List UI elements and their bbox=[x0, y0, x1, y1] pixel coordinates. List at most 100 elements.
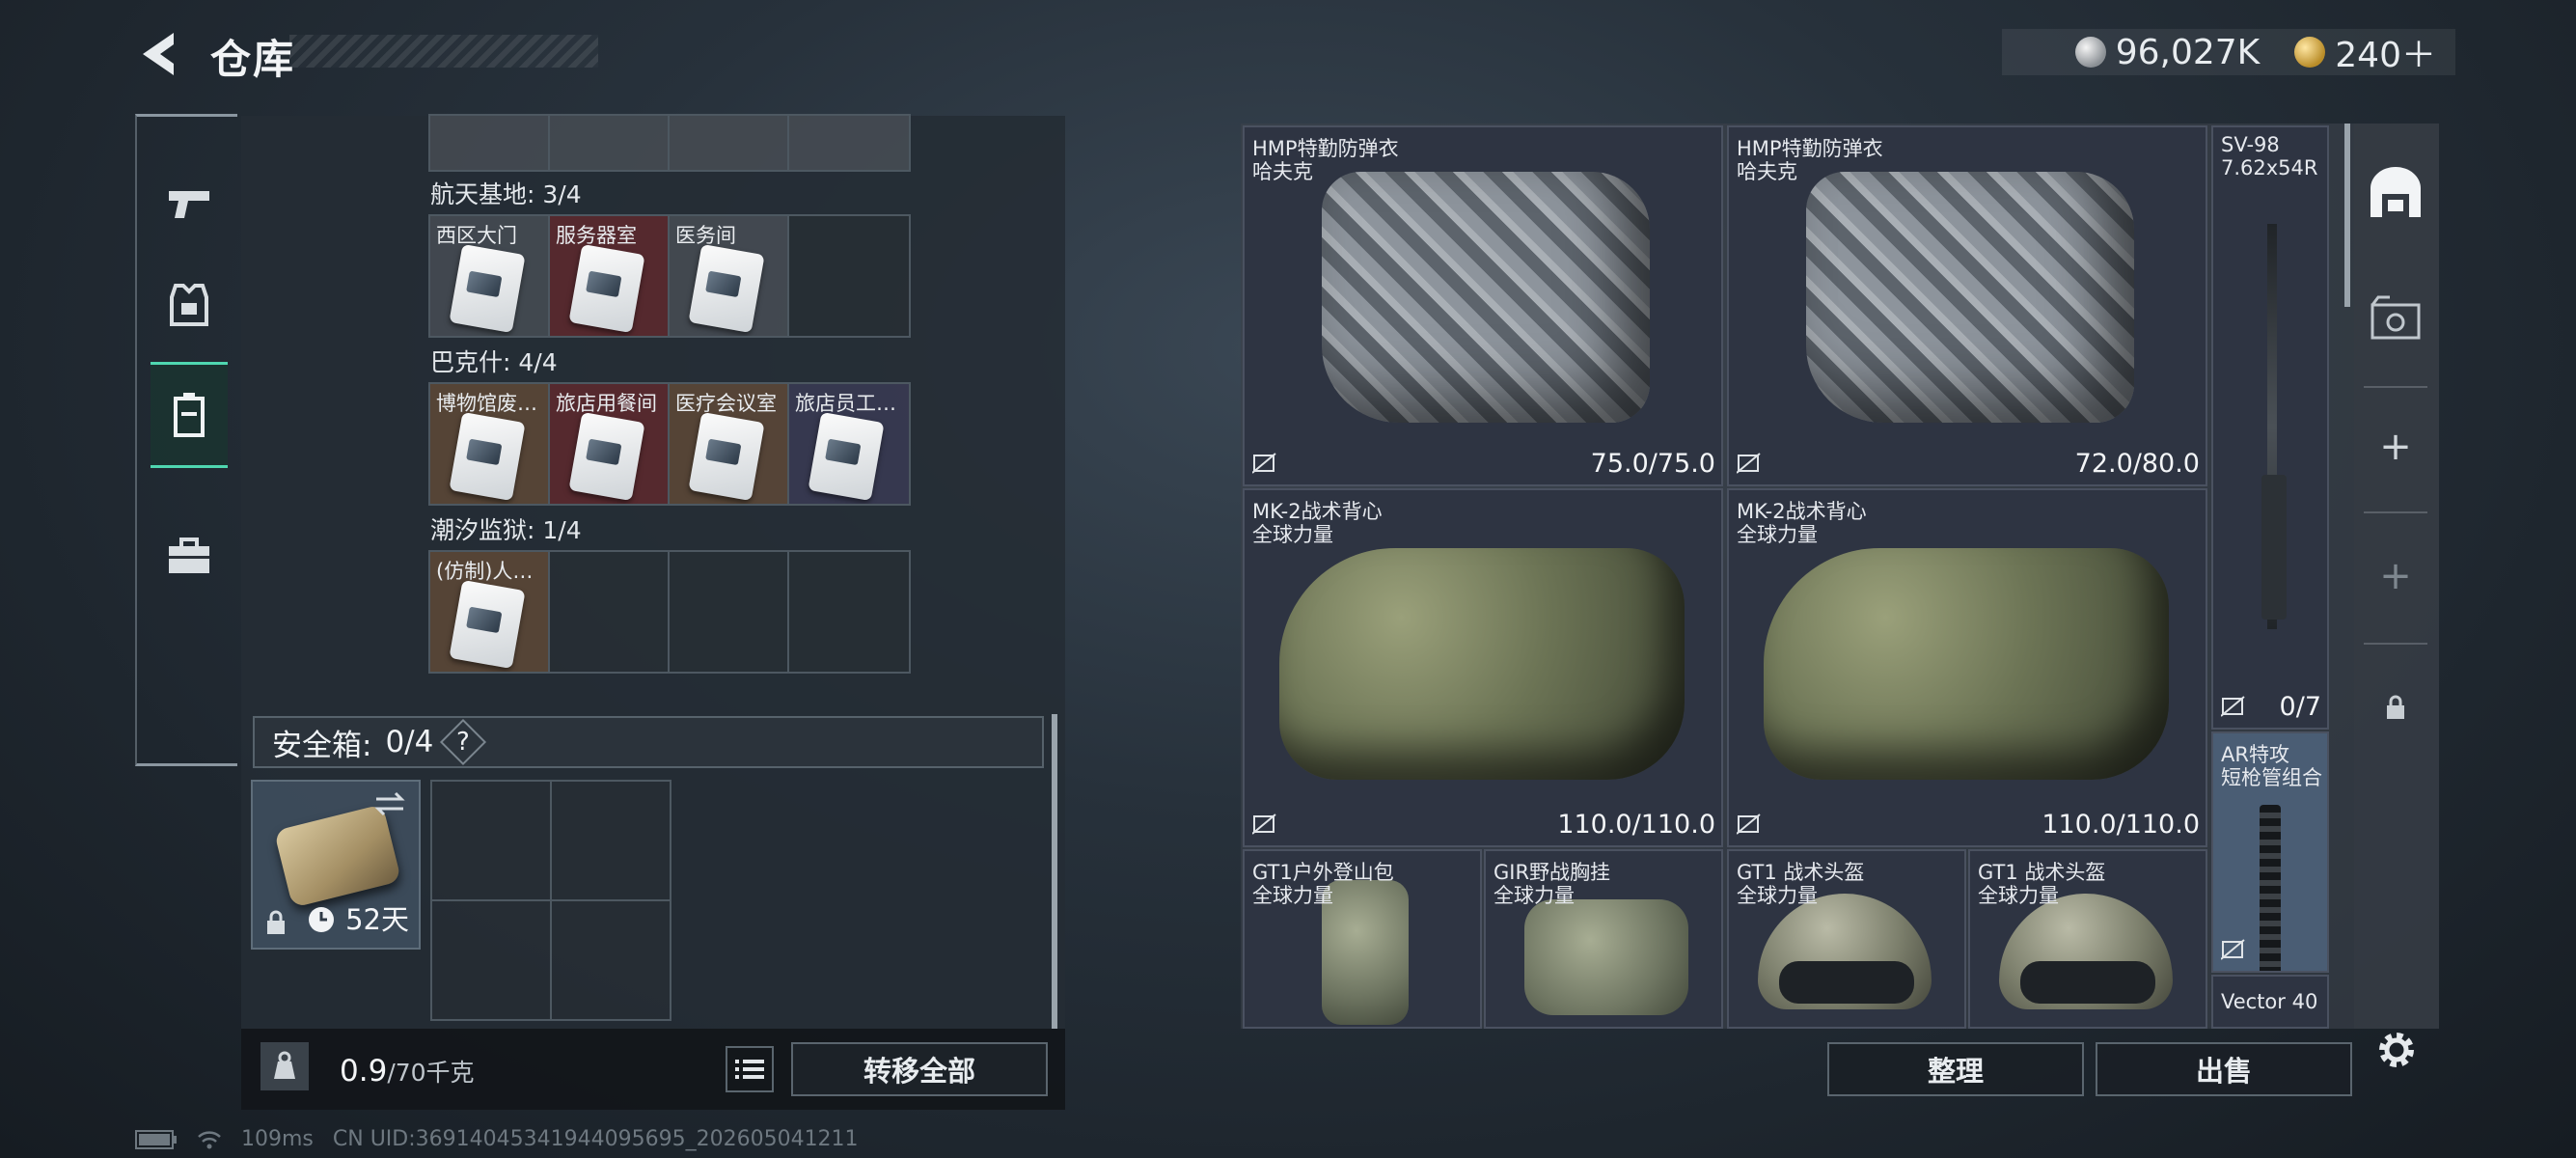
stash-scrollbar[interactable] bbox=[2344, 124, 2350, 307]
no-rotate-icon bbox=[1737, 453, 1761, 474]
safe-box-duration: 52天 bbox=[345, 903, 409, 936]
safe-box-grid[interactable] bbox=[430, 780, 671, 1021]
item-brand: 全球力量 bbox=[1252, 523, 1333, 546]
keycard-icon bbox=[568, 411, 645, 502]
stash-item[interactable]: GIR野战胸挂 全球力量 bbox=[1484, 849, 1723, 1029]
gold-amount[interactable]: 240＋ bbox=[2335, 27, 2436, 77]
key-row: (仿制)人… bbox=[428, 550, 911, 674]
backpack-image bbox=[1322, 880, 1409, 1025]
key-slot[interactable]: 旅店用餐间 bbox=[550, 384, 670, 504]
clock-icon bbox=[309, 907, 334, 932]
tab-keycards[interactable] bbox=[151, 362, 228, 468]
item-brand: 哈夫克 bbox=[1737, 160, 1797, 183]
transfer-all-button[interactable]: 转移全部 bbox=[791, 1042, 1048, 1096]
tab-armor[interactable] bbox=[151, 252, 228, 358]
helmet-image bbox=[1758, 894, 1932, 1009]
keycard-icon bbox=[688, 243, 765, 334]
key-slot[interactable]: 服务器室 bbox=[550, 216, 670, 336]
key-name: 旅店用餐间 bbox=[556, 392, 657, 415]
back-arrow-icon bbox=[143, 33, 174, 75]
stash-item[interactable]: GT1 战术头盔 全球力量 bbox=[1727, 849, 1966, 1029]
gold-coin-icon bbox=[2294, 37, 2326, 68]
swap-icon[interactable] bbox=[372, 789, 407, 818]
stash-item[interactable]: SV-98 7.62x54R 0/7 bbox=[2211, 125, 2329, 730]
key-name: (仿制)人… bbox=[436, 560, 534, 583]
key-slot[interactable]: 博物馆废… bbox=[430, 384, 550, 504]
settings-button[interactable] bbox=[2368, 1021, 2425, 1079]
key-slot-empty[interactable] bbox=[670, 552, 789, 672]
key-slot[interactable]: (仿制)人… bbox=[430, 552, 550, 672]
stash-item[interactable]: HMP特勤防弹衣 哈夫克 75.0/75.0 bbox=[1243, 125, 1723, 486]
item-brand: 全球力量 bbox=[1494, 884, 1575, 907]
key-slot[interactable]: 医务间 bbox=[670, 216, 789, 336]
rail-divider bbox=[2364, 643, 2427, 645]
keycard-icon bbox=[449, 411, 526, 502]
handguard-image bbox=[2260, 805, 2281, 971]
add-page-button-disabled[interactable]: + bbox=[2364, 544, 2427, 608]
no-rotate-icon bbox=[1737, 813, 1761, 835]
key-name: 医疗会议室 bbox=[675, 392, 777, 415]
no-rotate-icon bbox=[1252, 453, 1276, 474]
help-button[interactable]: ? bbox=[440, 718, 487, 766]
key-slot[interactable] bbox=[789, 116, 909, 170]
weight-icon bbox=[260, 1042, 309, 1090]
no-rotate-icon bbox=[1252, 813, 1276, 835]
key-slot-empty[interactable] bbox=[789, 216, 909, 336]
lock-icon bbox=[267, 910, 285, 934]
key-slot[interactable] bbox=[550, 116, 670, 170]
item-durability: 110.0/110.0 bbox=[2042, 810, 2200, 840]
rifle-stock-image bbox=[2261, 475, 2287, 620]
battery-icon bbox=[135, 1129, 177, 1149]
list-view-button[interactable] bbox=[726, 1046, 774, 1092]
safe-case-icon bbox=[273, 804, 402, 908]
item-ammo-count: 0/7 bbox=[2279, 692, 2321, 722]
pistol-icon bbox=[169, 191, 209, 218]
sort-button[interactable]: 整理 bbox=[1827, 1042, 2084, 1096]
body-armor-image bbox=[1322, 172, 1650, 423]
region-label: 巴克什: 4/4 bbox=[430, 348, 558, 376]
title-decoration bbox=[289, 35, 598, 68]
stash-page-main[interactable] bbox=[2364, 160, 2427, 224]
left-scrollbar[interactable] bbox=[1052, 714, 1057, 1029]
tab-misc[interactable] bbox=[151, 503, 228, 609]
user-id: CN UID:3691404534194409569​5_20260504121… bbox=[332, 1127, 859, 1151]
stash-page-items[interactable] bbox=[2364, 286, 2427, 349]
lock-icon bbox=[2387, 695, 2404, 719]
no-rotate-icon bbox=[2221, 939, 2245, 960]
stash-item[interactable]: HMP特勤防弹衣 哈夫克 72.0/80.0 bbox=[1727, 125, 2207, 486]
key-slot[interactable]: 医疗会议室 bbox=[670, 384, 789, 504]
key-slot-empty[interactable] bbox=[550, 552, 670, 672]
back-button[interactable] bbox=[133, 27, 191, 81]
key-row: 西区大门 服务器室 医务间 bbox=[428, 214, 911, 338]
briefcase-icon bbox=[169, 538, 209, 573]
key-slot[interactable] bbox=[670, 116, 789, 170]
tab-weapons[interactable] bbox=[151, 152, 228, 258]
key-slot[interactable] bbox=[430, 116, 550, 170]
currency-bar: 96,027K 240＋ bbox=[2002, 29, 2455, 75]
stash-item[interactable]: GT1户外登山包 全球力量 bbox=[1243, 849, 1482, 1029]
item-brand: 全球力量 bbox=[1737, 884, 1818, 907]
sell-button[interactable]: 出售 bbox=[2096, 1042, 2352, 1096]
keycard-icon bbox=[808, 411, 885, 502]
key-slot[interactable]: 西区大门 bbox=[430, 216, 550, 336]
stash-item[interactable]: AR特攻 短枪管组合 bbox=[2211, 731, 2329, 973]
stash-item[interactable]: MK-2战术背心 全球力量 110.0/110.0 bbox=[1243, 488, 1723, 847]
body-armor-image bbox=[1806, 172, 2134, 423]
keycard-case-icon bbox=[174, 393, 205, 437]
silver-coin-icon bbox=[2074, 37, 2106, 68]
key-slot[interactable]: 旅店员工… bbox=[789, 384, 909, 504]
gear-icon bbox=[2379, 1033, 2414, 1067]
stash-panel: HMP特勤防弹衣 哈夫克 75.0/75.0 HMP特勤防弹衣 哈夫克 72.0… bbox=[1241, 124, 2439, 1029]
safe-box-item[interactable]: 52天 bbox=[251, 780, 421, 950]
item-brand: 哈夫克 bbox=[1252, 160, 1313, 183]
key-slot-empty[interactable] bbox=[789, 552, 909, 672]
helmet-image bbox=[1999, 894, 2173, 1009]
weight-max: /70千克 bbox=[387, 1059, 475, 1087]
silver-amount: 96,027K bbox=[2115, 32, 2261, 72]
stash-item[interactable]: MK-2战术背心 全球力量 110.0/110.0 bbox=[1727, 488, 2207, 847]
stash-item[interactable]: GT1 战术头盔 全球力量 bbox=[1968, 849, 2207, 1029]
add-page-button[interactable]: + bbox=[2364, 415, 2427, 479]
locked-page[interactable] bbox=[2364, 676, 2427, 739]
safe-box-label: 安全箱: bbox=[272, 728, 372, 763]
stash-item[interactable]: Vector 40 bbox=[2211, 975, 2329, 1029]
